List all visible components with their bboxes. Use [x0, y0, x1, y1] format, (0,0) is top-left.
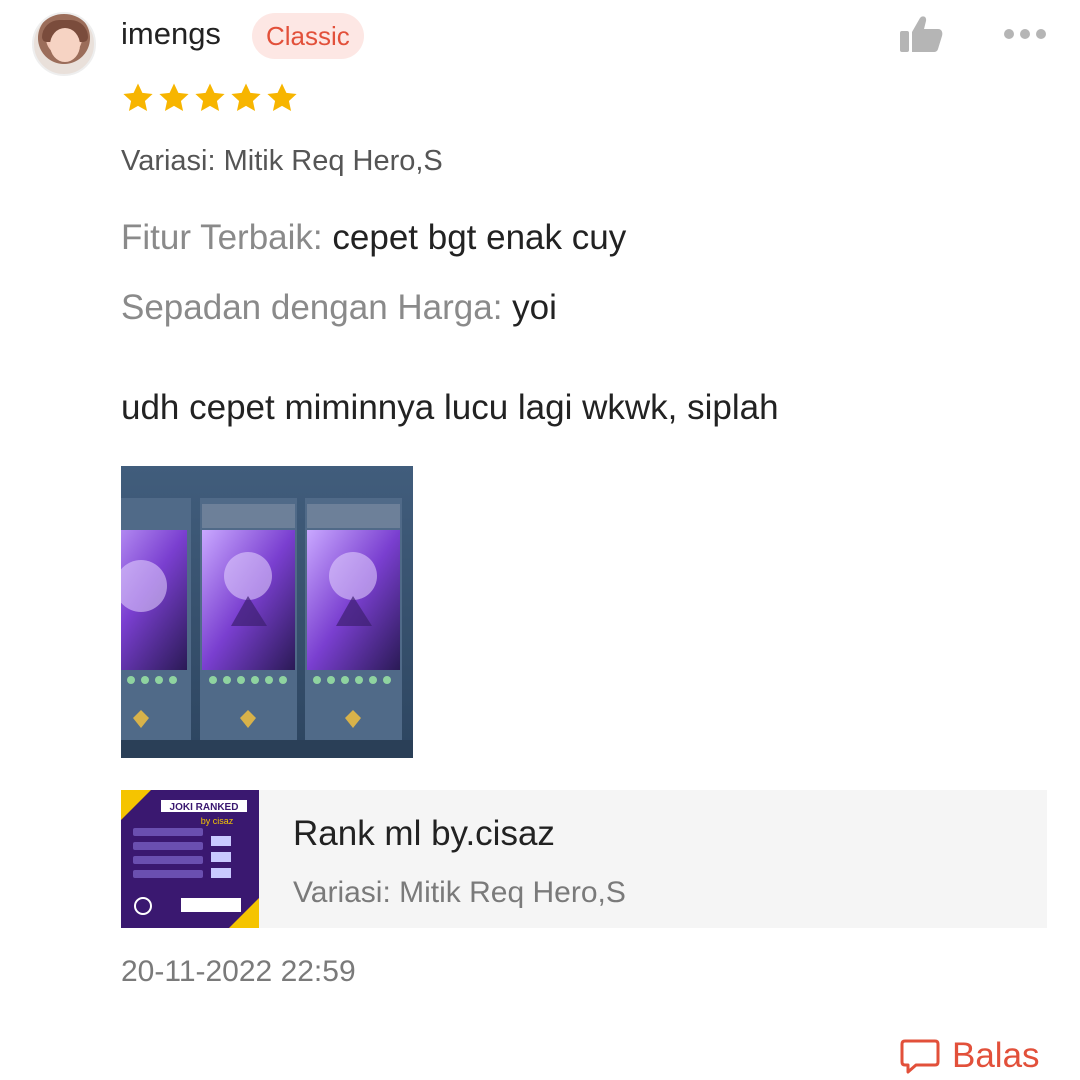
rating-stars: [121, 81, 299, 115]
more-dots-icon[interactable]: [1000, 22, 1050, 46]
product-thumbnail-art: JOKI RANKED by cisaz: [121, 790, 259, 928]
review-variant: Variasi: Mitik Req Hero,S: [121, 145, 443, 177]
avatar-face: [50, 28, 80, 62]
feature-value-for-money: Sepadan dengan Harga: yoi: [121, 288, 557, 328]
username[interactable]: imengs: [121, 16, 221, 52]
review-photo-art: [121, 466, 413, 758]
feature-best-label: Fitur Terbaik:: [121, 218, 323, 257]
product-name: Rank ml by.cisaz: [293, 814, 555, 853]
review-photo[interactable]: [121, 466, 413, 758]
reply-label: Balas: [952, 1036, 1040, 1075]
chat-bubble-icon: [900, 1039, 940, 1074]
thumb-brand: by cisaz: [201, 816, 234, 826]
product-thumbnail: JOKI RANKED by cisaz: [121, 790, 259, 928]
star-icon: [159, 83, 189, 112]
avatar[interactable]: [32, 12, 96, 76]
star-icon: [123, 83, 153, 112]
review-timestamp: 20-11-2022 22:59: [121, 955, 356, 988]
thumbs-up-icon[interactable]: [898, 14, 944, 54]
product-variant: Variasi: Mitik Req Hero,S: [293, 876, 626, 909]
reply-button[interactable]: Balas: [900, 1034, 1040, 1078]
feature-value-value: yoi: [512, 288, 557, 327]
thumb-title: JOKI RANKED: [170, 802, 239, 813]
feature-best: Fitur Terbaik: cepet bgt enak cuy: [121, 218, 626, 258]
product-card[interactable]: JOKI RANKED by cisaz Rank ml by.cisaz Va…: [121, 790, 1047, 928]
star-icon: [267, 83, 297, 112]
feature-best-value: cepet bgt enak cuy: [332, 218, 627, 257]
star-icon: [231, 83, 261, 112]
star-icon: [195, 83, 225, 112]
member-badge: Classic: [252, 13, 364, 59]
review-comment: udh cepet miminnya lucu lagi wkwk, sipla…: [121, 388, 779, 427]
feature-value-label: Sepadan dengan Harga:: [121, 288, 503, 327]
